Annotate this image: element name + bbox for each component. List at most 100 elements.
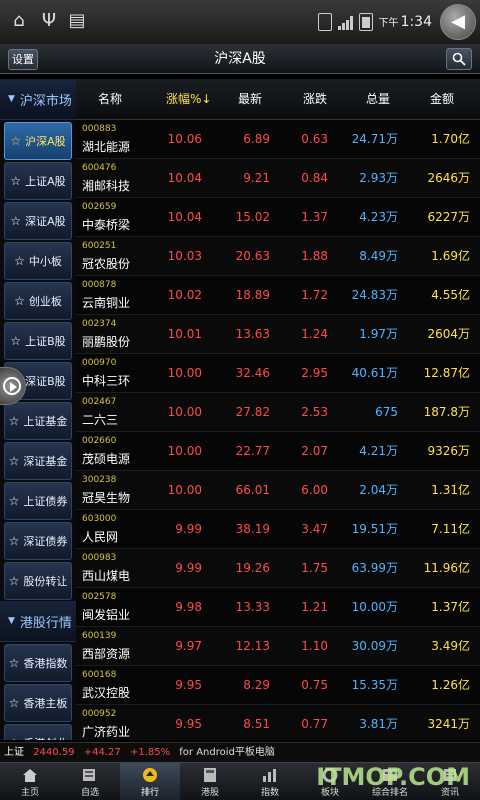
sidebar-item[interactable]: ☆ 深证债券 [4,522,72,560]
col-latest[interactable]: 最新 [238,79,262,120]
nav-item[interactable]: 主页 [0,763,60,800]
cell-chg: 1.88 [301,249,328,263]
stock-name: 湖北能源 [82,140,131,154]
search-button[interactable] [446,48,472,70]
sidebar-item-label: 上证A股 [25,175,66,188]
stock-name: 冠农股份 [82,257,131,271]
cell-chg: 3.47 [301,522,328,536]
table-row[interactable]: 000970 中科三环 10.00 32.46 2.95 40.61万 12.87亿 [76,354,480,393]
cell-latest: 15.02 [235,210,270,224]
sidebar-item[interactable]: ☆ 深证基金 [4,442,72,480]
cell-amt: 2646万 [427,171,470,185]
ticker-index-name: 上证 [4,747,24,758]
home-icon [21,767,39,783]
sidebar-item[interactable]: ☆ 创业板 [4,282,72,320]
nav-item[interactable]: 排行 [120,763,180,800]
col-change-pct[interactable]: 涨幅%↓ [166,79,211,120]
cell-vol: 4.21万 [359,444,398,458]
stock-table: 000883 湖北能源 10.06 6.89 0.63 24.71万 1.70亿 600476… [76,120,480,740]
stock-name: 西部资源 [82,647,131,661]
cell-pct: 9.95 [175,717,202,731]
col-amount[interactable]: 金额 [430,79,454,120]
sidebar-section-header[interactable]: ▼ 港股行情 [0,601,76,642]
table-row[interactable]: 002467 二六三 10.00 27.82 2.53 675 187.8万 [76,393,480,432]
table-row[interactable]: 000983 西山煤电 9.99 19.26 1.75 63.99万 11.96亿 [76,549,480,588]
sidebar-item[interactable]: ☆ 上证B股 [4,322,72,360]
nav-item[interactable]: 港股 [180,763,240,800]
cell-latest: 19.26 [235,561,270,575]
star-icon: ☆ [14,254,25,268]
stock-code: 002374 [82,319,117,329]
cell-pct: 9.98 [175,600,202,614]
stock-code: 600168 [82,670,117,680]
table-row[interactable]: 002660 茂硕电源 10.00 22.77 2.07 4.21万 9326万 [76,432,480,471]
cell-amt: 6227万 [427,210,470,224]
sidebar-item[interactable]: ☆ 上证A股 [4,162,72,200]
cell-latest: 13.33 [235,600,270,614]
table-row[interactable]: 002374 丽鹏股份 10.01 13.63 1.24 1.97万 2604万 [76,315,480,354]
sidebar-item[interactable]: ☆ 上证基金 [4,402,72,440]
stock-code: 000883 [82,124,117,134]
cell-latest: 13.63 [235,327,270,341]
sidebar-item-label: 深证债券 [23,535,68,548]
column-header: 名称 涨幅%↓ 最新 涨跌 总量 金额 [76,79,480,120]
cell-amt: 1.26亿 [431,678,470,692]
stock-code: 000878 [82,280,117,290]
stock-name: 人民网 [82,530,119,544]
sidebar-item[interactable]: ☆ 中小板 [4,242,72,280]
sidebar-section-header[interactable]: ▼ 沪深市场 [0,79,76,120]
watermark: ITMOP.COM [316,763,470,791]
star-icon: ☆ [8,696,20,710]
table-row[interactable]: 002659 中泰桥梁 10.04 15.02 1.37 4.23万 6227万 [76,198,480,237]
stock-code: 603000 [82,514,117,524]
ticker-index-value: 2440.59 [33,747,75,758]
table-row[interactable]: 600476 湘邮科技 10.04 9.21 0.84 2.93万 2646万 [76,159,480,198]
sim-icon [317,13,332,31]
stock-code: 600139 [82,631,117,641]
sidebar-item[interactable]: ☆ 深证A股 [4,202,72,240]
triangle-down-icon: ▼ [8,94,15,104]
table-row[interactable]: 300238 冠昊生物 10.00 66.01 6.00 2.04万 1.31亿 [76,471,480,510]
usb-icon: Ψ [41,10,57,31]
sidebar-item[interactable]: ☆ 沪深A股 [4,122,72,160]
sidebar-item[interactable]: ☆ 上证债券 [4,482,72,520]
star-icon: ☆ [8,574,20,588]
table-row[interactable]: 600168 武汉控股 9.95 8.29 0.75 15.35万 1.26亿 [76,666,480,705]
cell-pct: 9.99 [175,561,202,575]
cell-chg: 2.07 [301,444,328,458]
cell-amt: 9326万 [427,444,470,458]
sidebar-item[interactable]: ☆香港创业 [4,724,72,740]
col-change[interactable]: 涨跌 [303,79,327,120]
col-volume[interactable]: 总量 [366,79,390,120]
star-icon: ☆ [10,134,22,148]
nav-item[interactable]: 指数 [240,763,300,800]
cell-latest: 66.01 [235,483,270,497]
star-icon: ☆ [8,534,20,548]
table-row[interactable]: 600139 西部资源 9.97 12.13 1.10 30.09万 3.49亿 [76,627,480,666]
cell-amt: 1.31亿 [431,483,470,497]
sidebar-item[interactable]: ☆ 香港指数 [4,644,72,682]
table-row[interactable]: 000952 广济药业 9.95 8.51 0.77 3.81万 3241万 [76,705,480,740]
cell-latest: 9.21 [243,171,270,185]
cell-latest: 6.89 [243,132,270,146]
cell-pct: 10.00 [167,366,202,380]
header: 设置 沪深A股 [0,44,480,74]
back-arrow-icon[interactable]: ◀ [440,4,476,40]
table-row[interactable]: 603000 人民网 9.99 38.19 3.47 19.51万 7.11亿 [76,510,480,549]
table-row[interactable]: 600251 冠农股份 10.03 20.63 1.88 8.49万 1.69亿 [76,237,480,276]
sidebar-item[interactable]: ☆ 香港主板 [4,684,72,722]
cell-latest: 18.89 [235,288,270,302]
nav-item[interactable]: 自选 [60,763,120,800]
stock-name: 西山煤电 [82,569,131,583]
table-row[interactable]: 002578 闽发铝业 9.98 13.33 1.21 10.00万 1.37亿 [76,588,480,627]
col-name[interactable]: 名称 [98,79,122,120]
cell-vol: 19.51万 [351,522,398,536]
table-row[interactable]: 000878 云南铜业 10.02 18.89 1.72 24.83万 4.55亿 [76,276,480,315]
star-icon: ☆ [8,454,20,468]
cell-chg: 1.24 [301,327,328,341]
sidebar-item[interactable]: ☆ 股份转让 [4,562,72,600]
cell-vol: 3.81万 [359,717,398,731]
table-row[interactable]: 000883 湖北能源 10.06 6.89 0.63 24.71万 1.70亿 [76,120,480,159]
home-app-icon: ⌂ [13,10,25,31]
stock-name: 云南铜业 [82,296,131,310]
